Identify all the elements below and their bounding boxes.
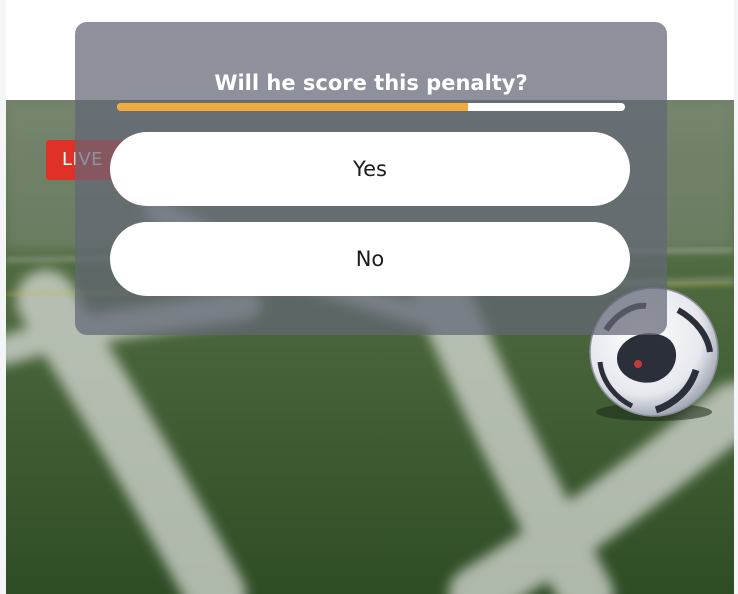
poll-option-no-button[interactable]: No (110, 222, 630, 296)
poll-card: Will he score this penalty? Yes No (75, 22, 667, 335)
poll-timer-fill (117, 103, 468, 111)
poll-option-yes-button[interactable]: Yes (110, 132, 630, 206)
stream-frame: LIVE Will he score this penalty? Yes No (6, 0, 734, 594)
poll-timer-bar (117, 103, 625, 111)
poll-question: Will he score this penalty? (214, 71, 528, 95)
